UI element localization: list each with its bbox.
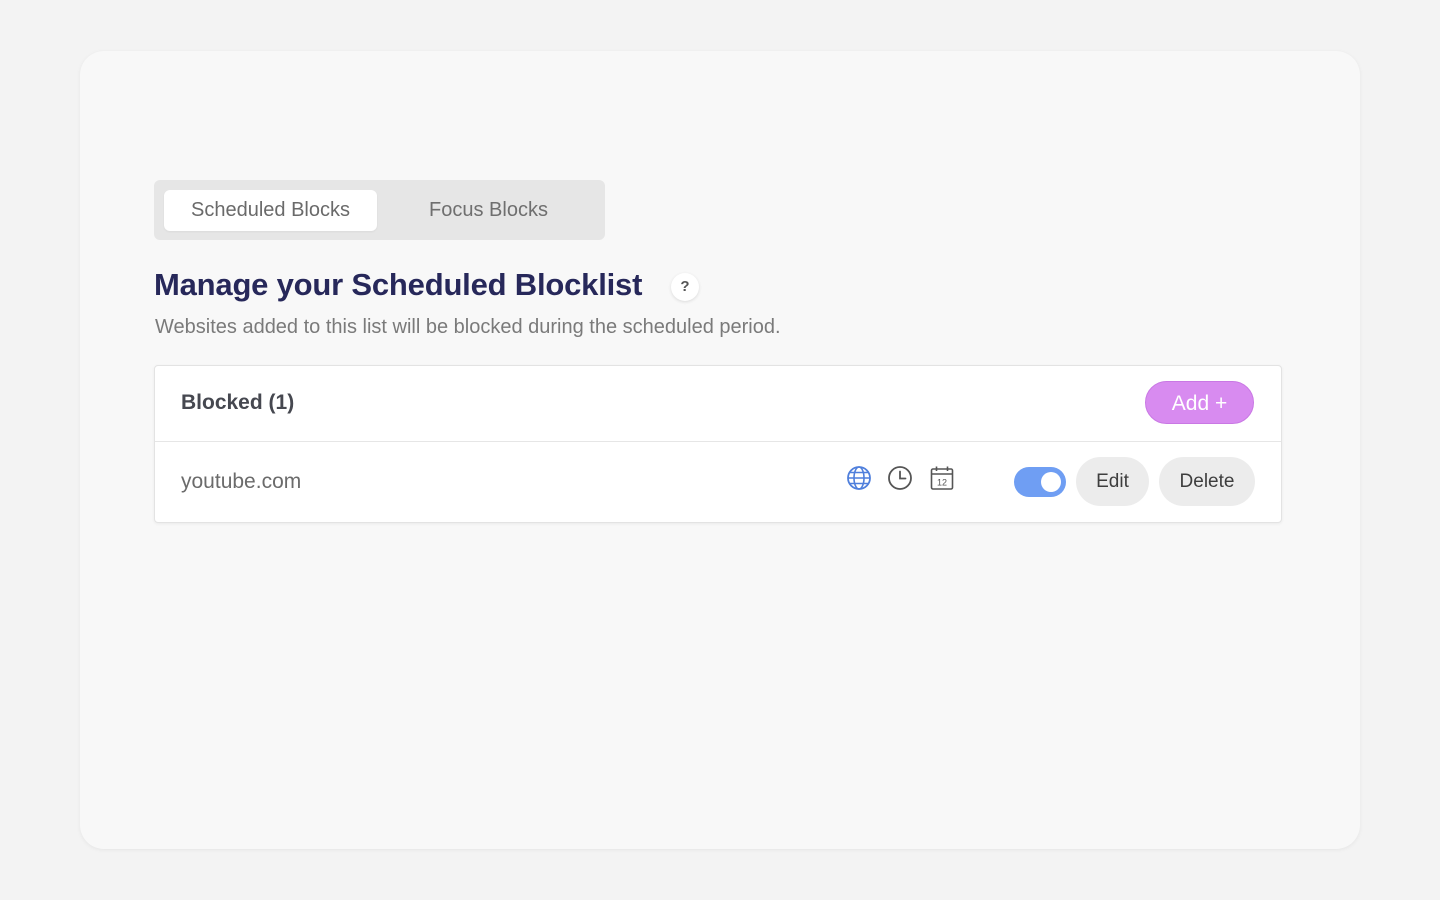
site-name: youtube.com (181, 470, 302, 493)
main-card: Scheduled Blocks Focus Blocks Manage you… (80, 51, 1360, 849)
block-enabled-toggle[interactable] (1014, 467, 1066, 497)
calendar-day-label: 12 (937, 478, 947, 488)
tab-focus-blocks[interactable]: Focus Blocks (382, 190, 595, 231)
add-button[interactable]: Add + (1145, 381, 1254, 424)
blocklist-panel: Blocked (1) Add + youtube.com 12 Edit De… (154, 365, 1282, 523)
delete-button[interactable]: Delete (1159, 457, 1255, 506)
globe-icon[interactable] (845, 464, 873, 492)
page-subtitle: Websites added to this list will be bloc… (155, 316, 781, 338)
clock-icon[interactable] (886, 464, 914, 492)
blocklist-header: Blocked (1) Add + (155, 366, 1281, 442)
tab-scheduled-blocks[interactable]: Scheduled Blocks (164, 190, 377, 231)
list-item: youtube.com 12 Edit Delete (155, 442, 1281, 522)
tab-bar: Scheduled Blocks Focus Blocks (154, 180, 605, 240)
page-title: Manage your Scheduled Blocklist (154, 267, 643, 302)
help-button[interactable]: ? (671, 273, 699, 301)
toggle-knob (1041, 472, 1061, 492)
edit-button[interactable]: Edit (1076, 457, 1149, 506)
blocked-count-label: Blocked (1) (181, 391, 295, 414)
calendar-icon[interactable]: 12 (928, 464, 956, 492)
